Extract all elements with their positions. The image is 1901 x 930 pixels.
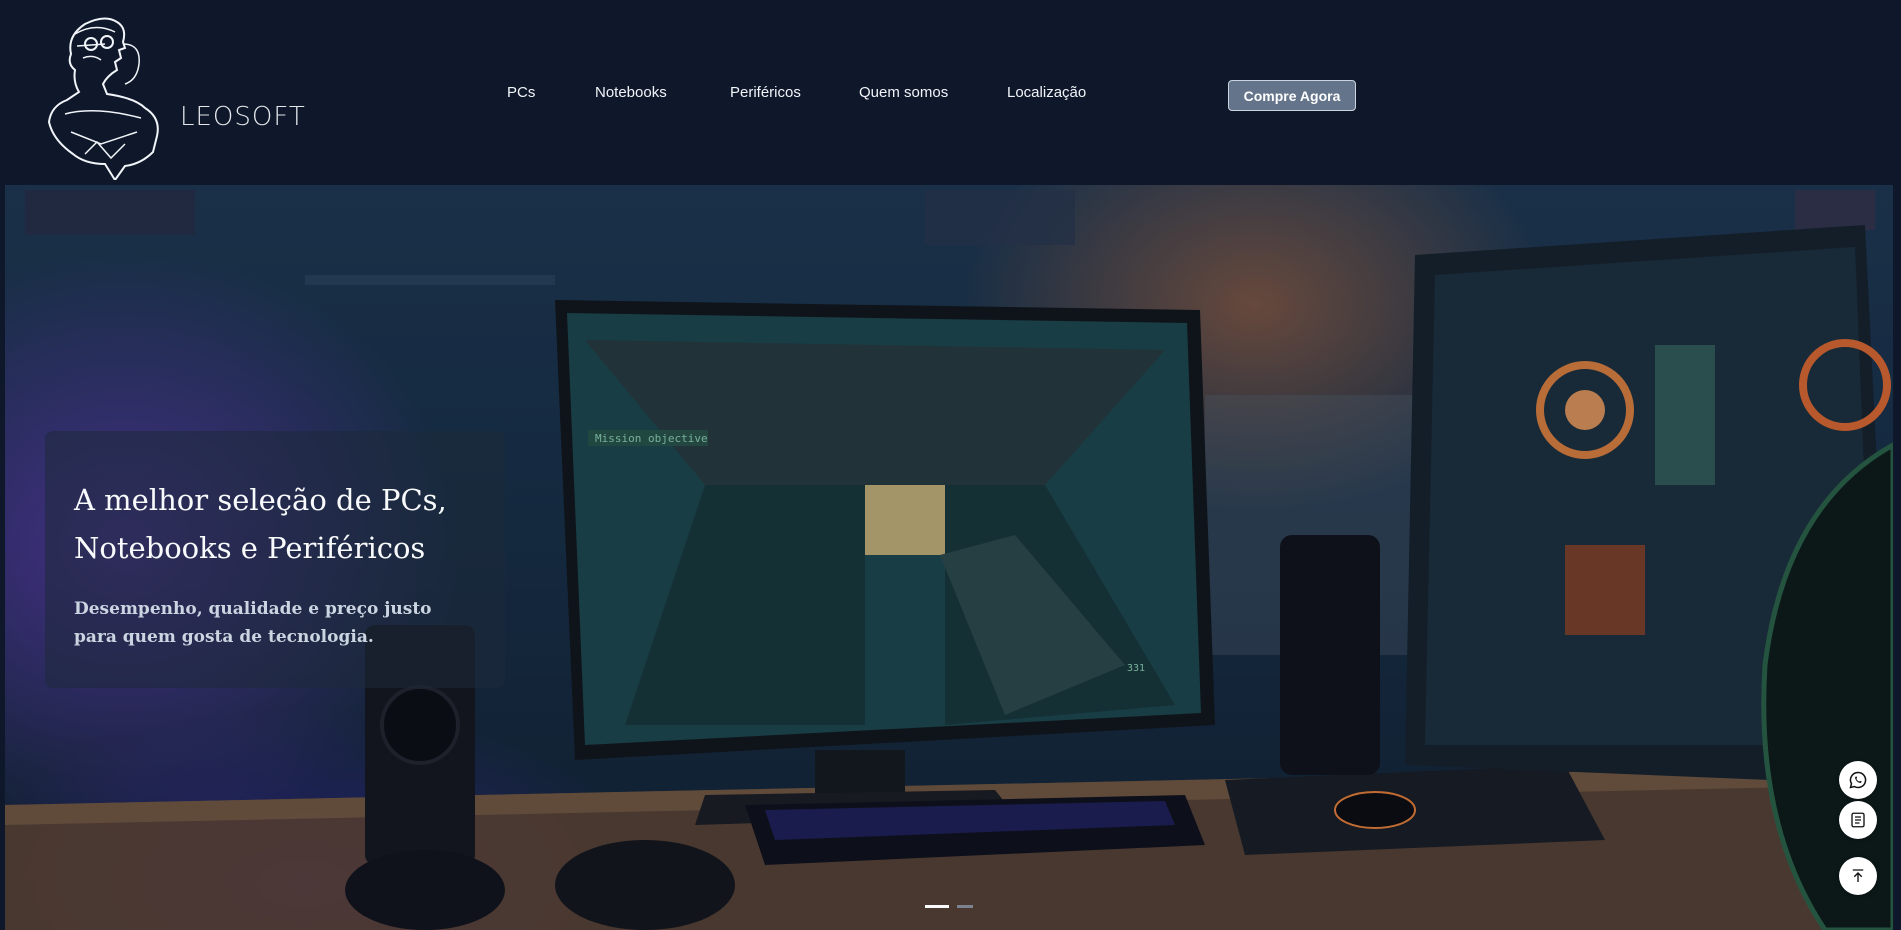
brand-logo[interactable]: LEOSOFT	[45, 14, 305, 180]
logo-bust-icon	[47, 17, 159, 180]
whatsapp-button[interactable]	[1839, 761, 1877, 799]
nav-link-localizacao[interactable]: Localização	[1007, 84, 1086, 101]
hero-carousel: Mission objective 331 A melhor seleção d…	[5, 185, 1893, 930]
buy-now-button[interactable]: Compre Agora	[1228, 80, 1356, 111]
whatsapp-icon	[1849, 771, 1867, 789]
nav-link-notebooks[interactable]: Notebooks	[595, 84, 667, 101]
back-to-top-button[interactable]	[1839, 857, 1877, 895]
nav-link-pcs[interactable]: PCs	[507, 84, 535, 101]
hero-title: A melhor seleção de PCs, Notebooks e Per…	[74, 483, 447, 565]
carousel-indicator-2[interactable]	[957, 905, 973, 908]
catalog-icon	[1851, 812, 1865, 828]
arrow-up-icon	[1852, 869, 1864, 882]
hero-subtitle: Desempenho, qualidade e preço justo para…	[74, 599, 432, 647]
brand-name: LEOSOFT	[180, 102, 306, 132]
hero-caption: A melhor seleção de PCs, Notebooks e Per…	[45, 431, 505, 688]
site-header: LEOSOFT PCs Notebooks Periféricos Quem s…	[0, 0, 1901, 185]
carousel-indicator-1[interactable]	[925, 905, 949, 908]
nav-link-perifericos[interactable]: Periféricos	[730, 84, 801, 101]
catalog-button[interactable]	[1839, 801, 1877, 839]
nav-link-quem-somos[interactable]: Quem somos	[859, 84, 948, 101]
